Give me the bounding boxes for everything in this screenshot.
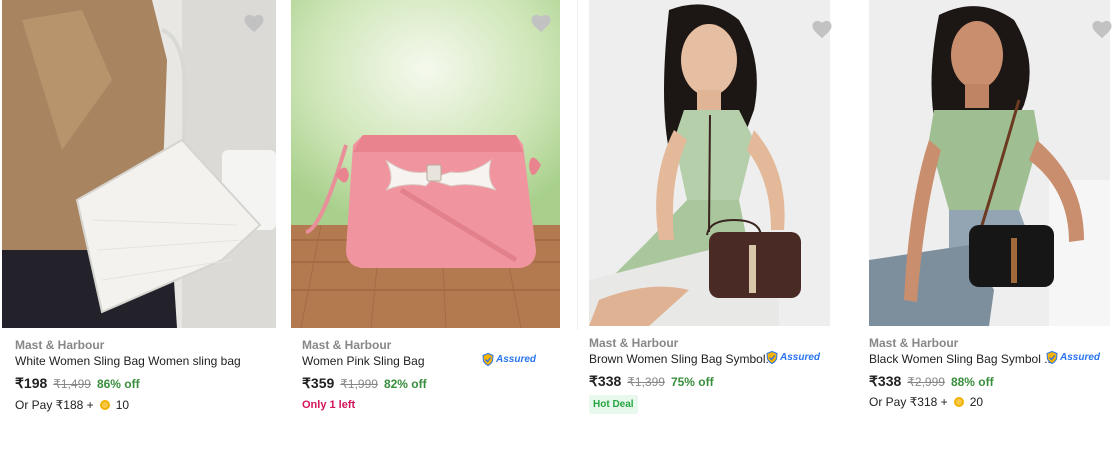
product-mrp: ₹1,399 bbox=[627, 375, 665, 389]
product-title[interactable]: Women Pink Sling Bag bbox=[302, 354, 425, 368]
product-discount: 86% off bbox=[96, 377, 140, 391]
assured-badge: Assured bbox=[766, 351, 820, 364]
product-price: ₹198 bbox=[15, 375, 48, 391]
assured-badge: Assured bbox=[1046, 351, 1100, 364]
coin-count: 10 bbox=[115, 398, 130, 412]
assured-label: Assured bbox=[496, 354, 537, 365]
product-card[interactable]: Mast & Harbour Women Pink Sling Bag Assu… bbox=[288, 0, 570, 456]
product-image[interactable] bbox=[2, 0, 276, 328]
assured-label: Assured bbox=[1060, 352, 1101, 363]
product-title[interactable]: Brown Women Sling Bag Symbol... bbox=[589, 352, 776, 366]
product-brand: Mast & Harbour bbox=[869, 336, 959, 350]
or-pay-label: Or Pay ₹318 + bbox=[869, 395, 948, 409]
product-card[interactable]: Mast & Harbour White Women Sling Bag Wom… bbox=[0, 0, 280, 456]
price-row: ₹338 ₹1,399 75% off bbox=[589, 373, 714, 390]
coin-count: 20 bbox=[969, 395, 984, 409]
product-discount: 88% off bbox=[950, 375, 994, 389]
product-image[interactable] bbox=[869, 0, 1110, 326]
heart-icon[interactable] bbox=[1091, 19, 1113, 39]
product-price: ₹359 bbox=[302, 375, 335, 391]
assured-label: Assured bbox=[780, 352, 821, 363]
stock-note: Only 1 left bbox=[302, 399, 356, 411]
shield-icon bbox=[1046, 351, 1058, 364]
product-discount: 82% off bbox=[383, 377, 427, 391]
product-brand: Mast & Harbour bbox=[302, 338, 392, 352]
or-pay-offer: Or Pay ₹188 + 10 bbox=[15, 398, 129, 412]
shield-icon bbox=[766, 351, 778, 364]
product-card[interactable]: Mast & Harbour Black Women Sling Bag Sym… bbox=[858, 0, 1113, 456]
price-row: ₹338 ₹2,999 88% off bbox=[869, 373, 994, 390]
product-title[interactable]: Black Women Sling Bag Symbol ... bbox=[869, 352, 1054, 366]
assured-badge: Assured bbox=[482, 353, 536, 366]
product-mrp: ₹1,999 bbox=[340, 377, 378, 391]
heart-icon[interactable] bbox=[243, 13, 265, 33]
product-price: ₹338 bbox=[869, 373, 902, 389]
heart-icon[interactable] bbox=[811, 19, 833, 39]
or-pay-offer: Or Pay ₹318 + 20 bbox=[869, 395, 983, 409]
product-mrp: ₹1,499 bbox=[53, 377, 91, 391]
product-discount: 75% off bbox=[670, 375, 714, 389]
product-brand: Mast & Harbour bbox=[15, 338, 105, 352]
product-image[interactable] bbox=[589, 0, 830, 326]
price-row: ₹198 ₹1,499 86% off bbox=[15, 375, 140, 392]
or-pay-label: Or Pay ₹188 + bbox=[15, 398, 94, 412]
product-title[interactable]: White Women Sling Bag Women sling bag bbox=[15, 354, 241, 368]
heart-icon[interactable] bbox=[530, 13, 552, 33]
supercoin-icon bbox=[99, 400, 110, 410]
product-mrp: ₹2,999 bbox=[907, 375, 945, 389]
supercoin-icon bbox=[953, 397, 964, 407]
product-price: ₹338 bbox=[589, 373, 622, 389]
price-row: ₹359 ₹1,999 82% off bbox=[302, 375, 427, 392]
product-brand: Mast & Harbour bbox=[589, 336, 679, 350]
product-image[interactable] bbox=[291, 0, 560, 328]
product-card[interactable]: Mast & Harbour Brown Women Sling Bag Sym… bbox=[578, 0, 858, 456]
hot-deal-badge: Hot Deal bbox=[589, 395, 638, 414]
shield-icon bbox=[482, 353, 494, 366]
